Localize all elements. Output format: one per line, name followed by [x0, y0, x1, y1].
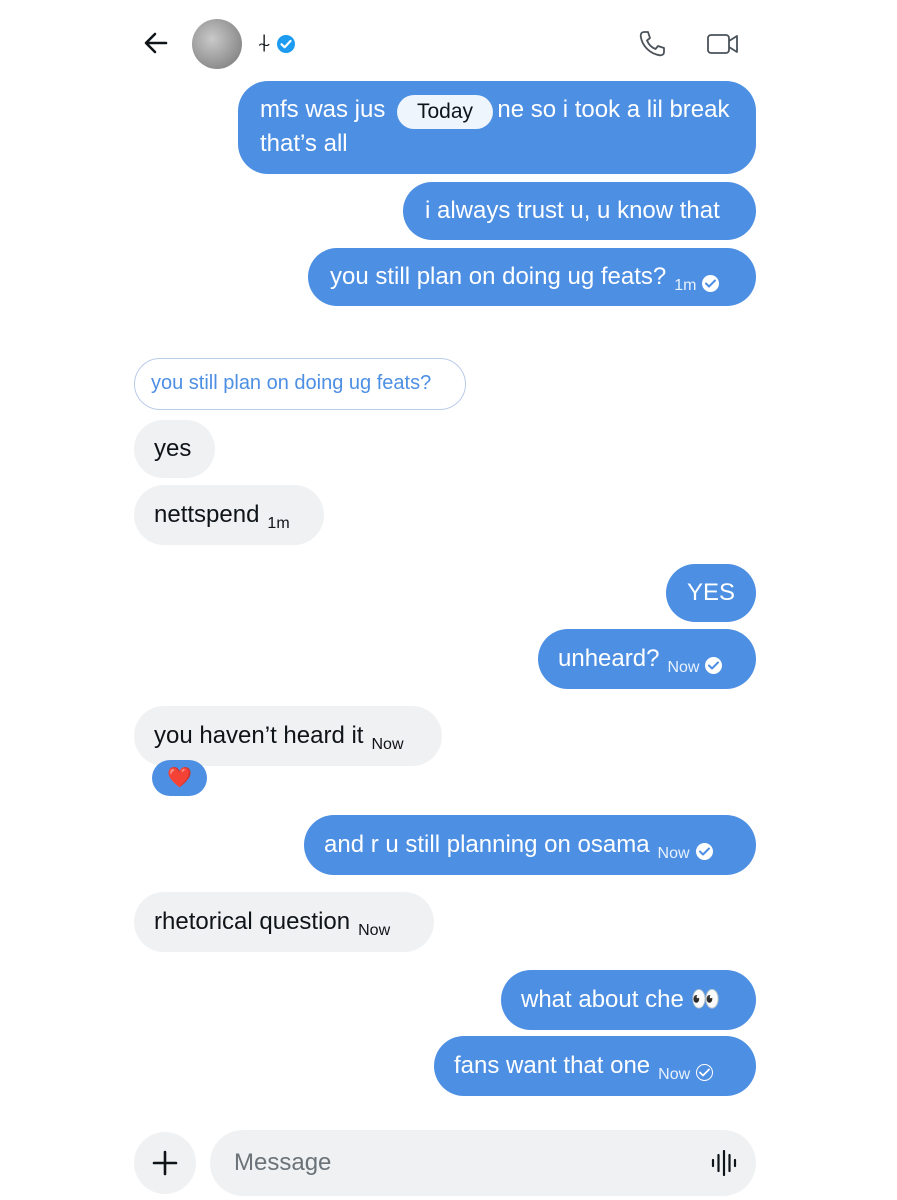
- back-arrow-icon[interactable]: [142, 29, 170, 57]
- message-input[interactable]: Message: [210, 1130, 756, 1196]
- outgoing-message[interactable]: YES: [666, 564, 756, 622]
- sent-check-icon: [696, 1064, 714, 1081]
- message-text: ne so i took a lil break: [497, 96, 730, 123]
- outgoing-message[interactable]: what about che 👀: [501, 970, 756, 1030]
- outgoing-message[interactable]: fans want that one Now: [434, 1036, 756, 1096]
- message-time: 1m: [674, 277, 697, 294]
- plus-icon: [152, 1150, 178, 1176]
- reply-quote[interactable]: you still plan on doing ug feats?: [134, 358, 466, 410]
- outgoing-message[interactable]: mfs was jus ne so i took a lil break that…: [238, 81, 756, 174]
- heart-reaction-emoji: ❤️: [167, 767, 192, 789]
- message-time: Now: [657, 845, 690, 862]
- message-time: Now: [658, 1066, 691, 1083]
- video-camera-icon[interactable]: [706, 30, 740, 58]
- incoming-message[interactable]: you haven’t heard it Now: [134, 706, 442, 766]
- phone-icon[interactable]: [636, 28, 668, 60]
- message-text: and r u still planning on osama: [324, 831, 650, 858]
- outgoing-message[interactable]: and r u still planning on osama Now: [304, 815, 756, 875]
- message-time: Now: [371, 736, 404, 753]
- message-text: unheard?: [558, 645, 660, 672]
- message-text: what about che 👀: [521, 986, 721, 1013]
- outgoing-message[interactable]: i always trust u, u know that: [403, 182, 756, 240]
- message-text: that’s all: [260, 130, 348, 157]
- heart-reaction[interactable]: ❤️: [152, 760, 207, 796]
- add-attachment-button[interactable]: [134, 1132, 196, 1194]
- read-check-icon: [695, 843, 713, 860]
- voice-wave-icon[interactable]: [710, 1149, 738, 1181]
- avatar[interactable]: [192, 19, 242, 69]
- message-text: mfs was jus: [260, 96, 386, 123]
- incoming-message[interactable]: nettspend 1m: [134, 485, 324, 545]
- incoming-message[interactable]: rhetorical question Now: [134, 892, 434, 952]
- read-check-icon: [702, 275, 720, 292]
- message-input-placeholder: Message: [234, 1149, 332, 1176]
- message-text: yes: [154, 435, 192, 462]
- message-text: nettspend: [154, 501, 260, 528]
- message-text: YES: [687, 579, 736, 606]
- message-text: you haven’t heard it: [154, 722, 364, 749]
- incoming-message[interactable]: yes: [134, 420, 215, 478]
- message-text: i always trust u, u know that: [425, 197, 720, 224]
- outgoing-message[interactable]: you still plan on doing ug feats? 1m: [308, 248, 756, 306]
- message-time: Now: [667, 659, 700, 676]
- message-text: you still plan on doing ug feats?: [330, 263, 667, 290]
- outgoing-message[interactable]: unheard? Now: [538, 629, 756, 689]
- message-time: 1m: [267, 515, 290, 532]
- message-text: fans want that one: [454, 1052, 651, 1079]
- date-divider: Today: [397, 95, 493, 129]
- read-check-icon: [705, 657, 723, 674]
- message-text: rhetorical question: [154, 908, 351, 935]
- contact-name[interactable]: ⍭: [257, 29, 271, 59]
- verified-badge-icon: [276, 34, 296, 59]
- reply-quote-text: you still plan on doing ug feats?: [151, 372, 432, 394]
- message-time: Now: [358, 922, 391, 939]
